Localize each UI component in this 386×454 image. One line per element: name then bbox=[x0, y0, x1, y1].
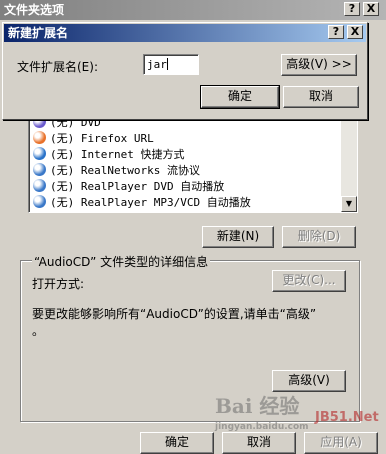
open-with-label: 打开方式: bbox=[32, 277, 85, 291]
main-title: 文件夹选项 bbox=[4, 3, 65, 17]
file-type-label: (无) RealPlayer DVD 自动播放 bbox=[50, 180, 225, 193]
text-caret bbox=[166, 58, 168, 70]
watermark-logo: Bai 经验 bbox=[215, 394, 300, 418]
file-type-row[interactable]: (无) RealPlayer MP3/VCD 自动播放 bbox=[29, 195, 339, 211]
dialog-titlebar: 新建扩展名 ? X bbox=[4, 24, 366, 42]
file-type-row[interactable]: (无) RealPlayer DVD 自动播放 bbox=[29, 179, 339, 195]
dialog-cancel-button[interactable]: 取消 bbox=[283, 86, 359, 108]
list-scrollbar[interactable]: ▼ bbox=[341, 114, 357, 212]
dialog-close-button[interactable]: X bbox=[347, 25, 363, 39]
new-type-button[interactable]: 新建(N) bbox=[202, 226, 274, 248]
watermark-site: JB51.Net bbox=[315, 410, 379, 425]
file-type-row[interactable]: (无) RealNetworks 流协议 bbox=[29, 163, 339, 179]
firefox-icon bbox=[33, 131, 46, 144]
realplayer-icon bbox=[33, 179, 46, 192]
file-type-label: (无) Internet 快捷方式 bbox=[50, 148, 185, 161]
scroll-down-button[interactable]: ▼ bbox=[341, 196, 357, 212]
watermark-url: jingyan.baidu.com bbox=[215, 422, 309, 432]
dialog-ok-button[interactable]: 确定 bbox=[200, 85, 280, 109]
file-type-label: (无) RealPlayer MP3/VCD 自动播放 bbox=[50, 196, 251, 209]
ie-icon bbox=[33, 147, 46, 160]
dialog-advanced-button[interactable]: 高级(V) >> bbox=[281, 54, 357, 76]
file-type-label: (无) RealNetworks 流协议 bbox=[50, 164, 200, 177]
main-titlebar: 文件夹选项 ? X bbox=[0, 0, 386, 20]
file-type-row[interactable]: (无) Internet 快捷方式 bbox=[29, 147, 339, 163]
extension-input-value: jar bbox=[147, 58, 167, 71]
delete-type-button[interactable]: 删除(D) bbox=[282, 226, 356, 248]
file-type-list[interactable]: (无) DVD (无) Firefox URL (无) Internet 快捷方式(… bbox=[28, 113, 358, 213]
realplayer-icon bbox=[33, 163, 46, 176]
ok-button[interactable]: 确定 bbox=[140, 432, 214, 454]
extension-input[interactable]: jar bbox=[143, 54, 199, 75]
details-group-title: “AudioCD” 文件类型的详细信息 bbox=[32, 253, 211, 270]
new-extension-dialog: 新建扩展名 ? X 文件扩展名(E): jar 高级(V) >> 确定 取消 bbox=[2, 22, 368, 120]
main-close-button[interactable]: X bbox=[363, 2, 379, 16]
change-button[interactable]: 更改(C)... bbox=[272, 270, 346, 292]
file-type-row[interactable]: (无) Firefox URL bbox=[29, 131, 339, 147]
file-type-label: (无) Firefox URL bbox=[50, 132, 154, 145]
dialog-help-button[interactable]: ? bbox=[328, 25, 344, 39]
watermark: Bai 经验 JB51.Net jingyan.baidu.com bbox=[215, 380, 385, 440]
info-text-line2: 。 bbox=[32, 324, 45, 338]
realplayer-icon bbox=[33, 195, 46, 208]
main-help-button[interactable]: ? bbox=[344, 2, 360, 16]
info-text-line1: 要更改能够影响所有“AudioCD”的设置,请单击“高级” bbox=[32, 307, 317, 321]
dialog-title: 新建扩展名 bbox=[8, 26, 69, 40]
extension-label: 文件扩展名(E): bbox=[17, 60, 98, 74]
